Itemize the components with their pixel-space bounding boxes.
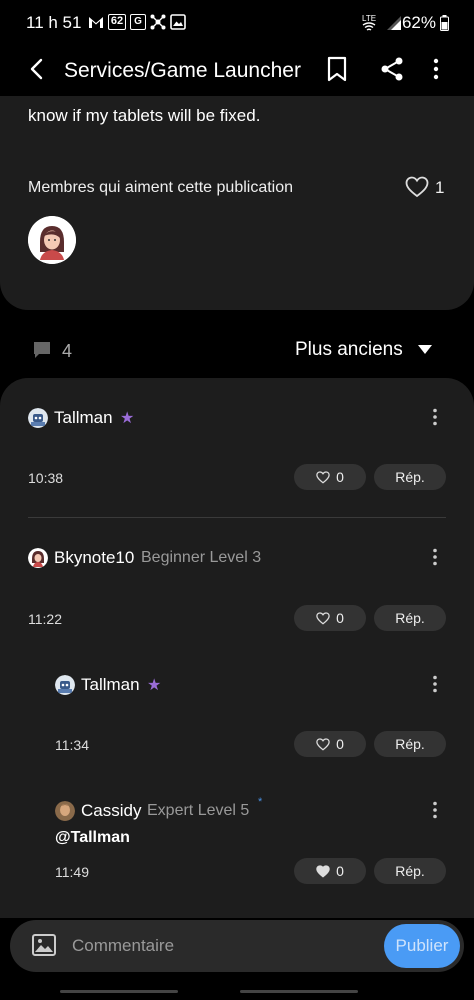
comment-composer: Commentaire Publier	[10, 920, 464, 972]
nav-bar	[0, 986, 474, 1000]
nav-home-indicator[interactable]	[240, 990, 358, 993]
robot-avatar-icon	[28, 408, 48, 428]
comment-like-count: 0	[336, 469, 344, 485]
photo-avatar-icon	[55, 801, 75, 821]
comment-like-button[interactable]: 0	[294, 858, 366, 884]
comment-more-icon[interactable]	[432, 548, 438, 566]
star-badge-icon: ★	[120, 410, 135, 427]
comment-time: 11:49	[55, 864, 89, 880]
user-level: Beginner Level 3	[141, 549, 262, 566]
back-arrow-icon[interactable]	[24, 56, 50, 82]
publish-button[interactable]: Publier	[384, 924, 460, 968]
comment-item: Tallman ★ 10:38 0 Rép.	[0, 378, 474, 508]
page-title: Services/Game Launcher	[64, 59, 301, 82]
gallery-icon	[170, 14, 186, 30]
comment-like-button[interactable]: 0	[294, 605, 366, 631]
status-bar: 11 h 51 62 G LTE 62%	[0, 0, 474, 46]
battery-percent: 62%	[401, 13, 436, 32]
post-card: know if my tablets will be fixed. Membre…	[0, 96, 474, 310]
comment-time: 11:34	[55, 737, 89, 753]
dropdown-triangle-icon[interactable]	[418, 345, 432, 354]
comment-author[interactable]: Tallman	[54, 408, 113, 428]
avatar[interactable]	[55, 801, 75, 821]
status-time: 11 h 51	[26, 13, 82, 32]
reply-button[interactable]: Rép.	[374, 464, 446, 490]
comment-author[interactable]: Bkynote10	[54, 548, 134, 568]
app-bar: Services/Game Launcher	[0, 46, 474, 96]
avatar[interactable]	[28, 408, 48, 428]
verified-dot-icon: *	[258, 796, 263, 808]
gmail-icon	[89, 17, 103, 28]
reply-button[interactable]: Rép.	[374, 605, 446, 631]
more-options-icon[interactable]	[426, 56, 446, 82]
comment-like-count: 0	[336, 736, 344, 752]
wifi-icon	[362, 22, 376, 31]
reply-item: Tallman ★ 11:34 0 Rép.	[0, 648, 474, 774]
comment-author[interactable]: Cassidy	[81, 801, 141, 821]
nav-recents-indicator[interactable]	[60, 990, 178, 993]
avatar[interactable]	[55, 675, 75, 695]
comment-like-count: 0	[336, 863, 344, 879]
comment-time: 10:38	[28, 470, 64, 486]
comments-list: Tallman ★ 10:38 0 Rép. Bkynote10 Beginne…	[0, 378, 474, 918]
comment-more-icon[interactable]	[432, 408, 438, 426]
comment-item: Bkynote10 Beginner Level 3 11:22 0 Rép.	[0, 518, 474, 648]
translate-icon: G	[130, 14, 146, 30]
user-level: Expert Level 5	[147, 802, 250, 819]
bookmark-icon[interactable]	[326, 56, 348, 82]
post-body-text: know if my tablets will be fixed.	[28, 106, 261, 125]
heart-icon[interactable]	[405, 176, 429, 198]
comment-like-button[interactable]: 0	[294, 731, 366, 757]
avatar[interactable]	[28, 548, 48, 568]
battery-icon	[440, 15, 449, 31]
avatar-illustration-icon	[28, 548, 48, 568]
star-badge-icon: ★	[147, 677, 162, 694]
comment-body[interactable]: @Tallman	[55, 829, 130, 847]
liker-avatar[interactable]	[28, 216, 76, 264]
likers-label[interactable]: Membres qui aiment cette publication	[28, 179, 293, 197]
network-icon	[150, 14, 166, 30]
share-icon[interactable]	[380, 56, 404, 82]
avatar-illustration-icon	[28, 216, 76, 264]
comment-more-icon[interactable]	[432, 675, 438, 693]
comment-icon	[34, 342, 50, 358]
comment-like-count: 0	[336, 610, 344, 626]
reply-button[interactable]: Rép.	[374, 731, 446, 757]
comment-time: 11:22	[28, 611, 62, 627]
signal-icon	[387, 16, 401, 30]
heart-outline-icon	[316, 737, 330, 751]
robot-avatar-icon	[55, 675, 75, 695]
comment-like-button[interactable]: 0	[294, 464, 366, 490]
heart-outline-icon	[316, 611, 330, 625]
sort-dropdown-label[interactable]: Plus anciens	[295, 339, 403, 361]
heart-outline-icon	[316, 470, 330, 484]
image-attach-icon[interactable]	[32, 934, 56, 956]
reply-item: Cassidy Expert Level 5 * @Tallman 11:49 …	[0, 774, 474, 914]
notification-badge-icon: 62	[108, 14, 126, 30]
heart-filled-icon	[316, 864, 330, 878]
comment-author[interactable]: Tallman	[81, 675, 140, 695]
reply-button[interactable]: Rép.	[374, 858, 446, 884]
post-like-count: 1	[435, 178, 445, 197]
comment-input[interactable]: Commentaire	[72, 936, 174, 956]
comment-count: 4	[62, 341, 73, 361]
comment-more-icon[interactable]	[432, 801, 438, 819]
